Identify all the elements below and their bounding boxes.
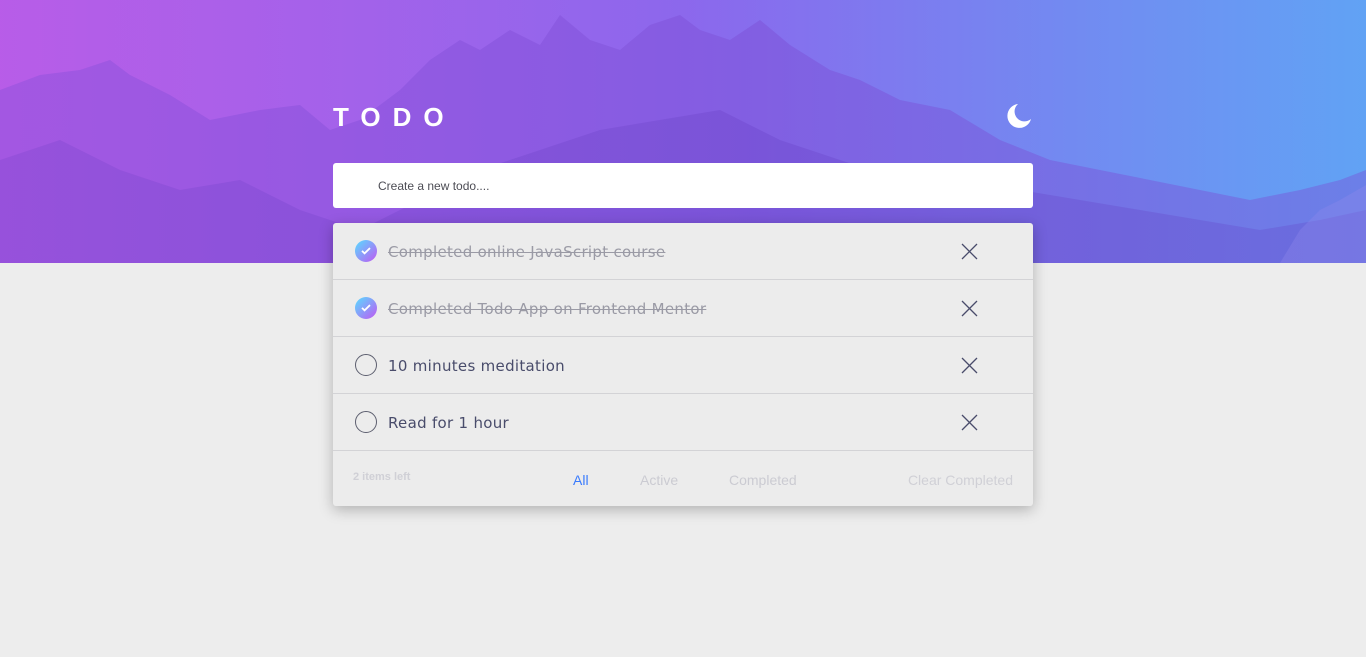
- filter-completed[interactable]: Completed: [729, 472, 797, 488]
- todo-text[interactable]: Completed online JavaScript course: [388, 242, 665, 262]
- todo-item: Completed online JavaScript course: [333, 223, 1033, 280]
- todo-text[interactable]: Read for 1 hour: [388, 413, 509, 433]
- checked-icon[interactable]: [355, 240, 377, 262]
- todo-item: Completed Todo App on Frontend Mentor: [333, 280, 1033, 337]
- close-icon[interactable]: [961, 414, 978, 431]
- close-icon[interactable]: [961, 243, 978, 260]
- unchecked-circle-icon[interactable]: [355, 411, 377, 433]
- unchecked-circle-icon[interactable]: [355, 354, 377, 376]
- checked-icon[interactable]: [355, 297, 377, 319]
- todo-item: 10 minutes meditation: [333, 337, 1033, 394]
- app-title: TODO: [333, 102, 456, 132]
- close-icon[interactable]: [961, 300, 978, 317]
- todo-item: Read for 1 hour: [333, 394, 1033, 451]
- new-todo-input[interactable]: [333, 163, 1033, 208]
- todo-text[interactable]: 10 minutes meditation: [388, 356, 565, 376]
- moon-icon[interactable]: [1004, 101, 1034, 131]
- todo-footer: 2 items left All Active Completed Clear …: [333, 451, 1033, 506]
- items-left-count: 2 items left: [353, 471, 411, 483]
- clear-completed-button[interactable]: Clear Completed: [908, 472, 1013, 488]
- close-icon[interactable]: [961, 357, 978, 374]
- filter-active[interactable]: Active: [640, 472, 678, 488]
- filter-all[interactable]: All: [573, 472, 589, 488]
- todo-text[interactable]: Completed Todo App on Frontend Mentor: [388, 299, 706, 319]
- todo-list: Completed online JavaScript course Compl…: [333, 223, 1033, 506]
